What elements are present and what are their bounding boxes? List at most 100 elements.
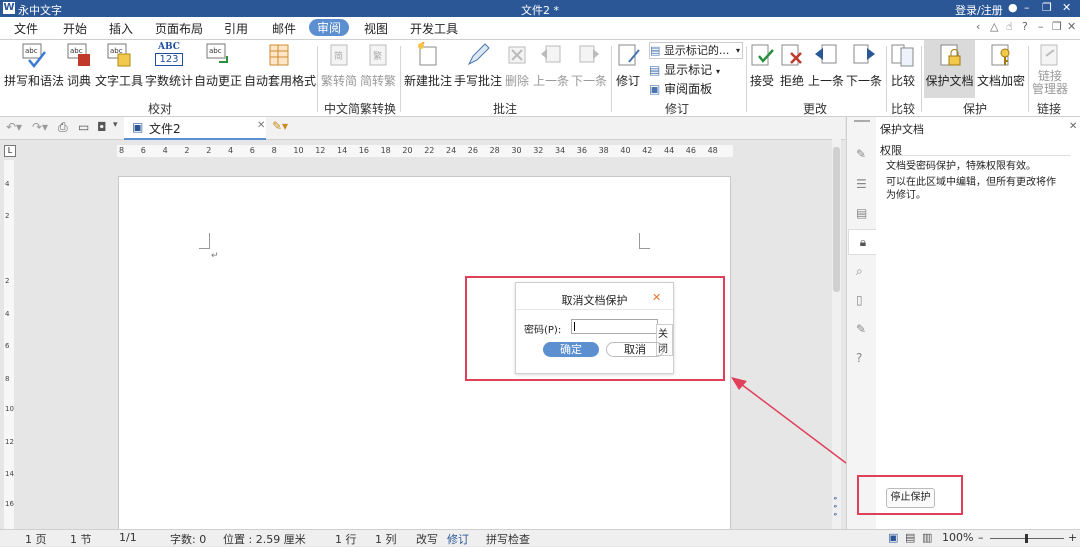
review-pane-button[interactable]: ▣ 审阅面板 bbox=[649, 80, 712, 97]
show-markup-select[interactable]: ▤ 显示标记的... ▾ bbox=[649, 42, 743, 59]
ruler-tick-label: 30 bbox=[511, 146, 522, 155]
panel-close-icon[interactable]: ✕ bbox=[1069, 121, 1077, 132]
zoom-out-icon[interactable]: – bbox=[978, 531, 984, 544]
reject-button[interactable]: 拒绝 bbox=[779, 40, 805, 89]
spelling-grammar-button[interactable]: abc 拼写和语法 bbox=[3, 40, 65, 89]
doc-minimize-button[interactable]: – bbox=[1038, 20, 1044, 33]
autocorrect-button[interactable]: abc 自动更正 bbox=[194, 40, 242, 89]
find-icon[interactable]: ⌕ bbox=[856, 264, 863, 279]
menu-page-layout[interactable]: 页面布局 bbox=[155, 20, 203, 37]
protect-document-button[interactable]: 保护文档 bbox=[924, 40, 975, 98]
menu-developer[interactable]: 开发工具 bbox=[410, 20, 458, 37]
group-label-compare: 比较 bbox=[891, 102, 916, 116]
new-comment-button[interactable]: 新建批注 bbox=[404, 40, 452, 89]
show-markup-menu[interactable]: ▤ 显示标记 ▾ bbox=[649, 61, 720, 78]
edit-box-icon[interactable]: ✎ bbox=[856, 322, 866, 336]
help-circle-icon[interactable]: ? bbox=[856, 351, 862, 365]
margin-corner-right bbox=[639, 233, 650, 249]
page-nav-icons[interactable]: ⚬ ⚬ ⚬ bbox=[832, 495, 839, 519]
print-layout-icon[interactable]: ▣ bbox=[888, 531, 898, 544]
trad-to-simp-button[interactable]: 简 繁转简 bbox=[321, 40, 357, 89]
compare-button[interactable]: 比较 bbox=[890, 40, 916, 89]
group-divider bbox=[921, 46, 922, 112]
redo-icon[interactable]: ↷▾ bbox=[32, 120, 48, 134]
edit-pen-icon[interactable]: ✎ bbox=[856, 147, 866, 161]
menu-view[interactable]: 视图 bbox=[364, 20, 388, 37]
outline-view-icon[interactable]: ▥ bbox=[922, 531, 932, 544]
new-tab-icon[interactable]: ✎▾ bbox=[272, 119, 288, 133]
print-preview-icon[interactable]: ⎙ bbox=[58, 120, 68, 135]
prev-comment-icon bbox=[538, 42, 564, 68]
menu-mailings[interactable]: 邮件 bbox=[272, 20, 296, 37]
accept-button[interactable]: 接受 bbox=[749, 40, 775, 89]
group-divider bbox=[317, 46, 318, 112]
doc-close-button[interactable]: ✕ bbox=[1067, 20, 1076, 33]
delete-comment-button[interactable]: 删除 bbox=[504, 40, 530, 89]
restore-button[interactable]: ❐ bbox=[1042, 1, 1052, 14]
prev-change-button[interactable]: 上一条 bbox=[808, 40, 844, 89]
menu-insert[interactable]: 插入 bbox=[109, 20, 133, 37]
vertical-scrollbar[interactable] bbox=[832, 139, 841, 529]
ruler-tick-label: 16 bbox=[358, 146, 369, 155]
scrollbar-thumb[interactable] bbox=[833, 147, 840, 292]
customize-toolbar-icon[interactable]: ▾ bbox=[113, 120, 118, 130]
autoformat-icon bbox=[266, 42, 292, 68]
doc-restore-button[interactable]: ❐ bbox=[1052, 20, 1062, 33]
group-divider bbox=[746, 46, 747, 112]
word-count-button[interactable]: ABC 123 字数统计 bbox=[145, 40, 193, 89]
ruler-tick-label: 48 bbox=[707, 146, 718, 155]
ruler-tick-label: 40 bbox=[620, 146, 631, 155]
text-tools-icon: abc bbox=[106, 42, 132, 68]
hand-icon[interactable]: ☝ bbox=[1006, 20, 1013, 33]
zoom-slider-handle[interactable] bbox=[1025, 534, 1028, 543]
nav-up-icon[interactable]: △ bbox=[990, 20, 998, 33]
horizontal-ruler[interactable]: 8 6 4 2 2 4 6 8 10 12 14 16 18 20 22 24 26 28 30 32 34 36 38 40… bbox=[117, 145, 733, 157]
web-layout-icon[interactable]: ▤ bbox=[905, 531, 915, 544]
ruler-tick-label: 6 bbox=[249, 146, 255, 155]
text-tools-button[interactable]: abc 文字工具 bbox=[95, 40, 143, 89]
save-icon[interactable]: ◘ bbox=[97, 120, 107, 134]
minimize-button[interactable]: – bbox=[1024, 1, 1030, 14]
link-manager-button[interactable]: 链接 管理器 bbox=[1031, 40, 1069, 96]
clipboard-icon[interactable]: ▯ bbox=[856, 293, 863, 307]
ruler-tick-label: 44 bbox=[664, 146, 675, 155]
track-changes-button[interactable]: 修订 bbox=[614, 40, 642, 89]
lock-icon[interactable]: 🔒︎ bbox=[848, 229, 878, 255]
drag-handle-icon[interactable] bbox=[854, 120, 870, 122]
next-comment-button[interactable]: 下一条 bbox=[571, 40, 607, 89]
handwrite-comment-button[interactable]: 手写批注 bbox=[454, 40, 502, 89]
close-tab-icon[interactable]: ✕ bbox=[257, 120, 265, 131]
menu-file[interactable]: 文件 bbox=[14, 20, 38, 37]
trad-simp-icon: 简 bbox=[326, 42, 352, 68]
nav-back-icon[interactable]: ‹ bbox=[976, 20, 980, 33]
login-link[interactable]: 登录/注册 bbox=[955, 2, 1003, 18]
zoom-slider[interactable] bbox=[990, 534, 1064, 543]
autoformat-button[interactable]: 自动套用格式 bbox=[244, 40, 316, 89]
styles-icon[interactable]: ▤ bbox=[856, 206, 867, 220]
zoom-level[interactable]: 100% bbox=[942, 531, 973, 544]
help-icon[interactable]: ? bbox=[1022, 20, 1028, 33]
menu-home[interactable]: 开始 bbox=[63, 20, 87, 37]
ruler-tick-label: 10 bbox=[5, 405, 14, 413]
dictionary-button[interactable]: abc 词典 bbox=[66, 40, 92, 89]
tab-stop-selector[interactable]: L bbox=[4, 145, 16, 157]
document-tab[interactable]: ▣ 文件2 ✕ bbox=[124, 117, 266, 140]
prev-comment-button[interactable]: 上一条 bbox=[533, 40, 569, 89]
title-bar: W 永中文字 文件2 * 登录/注册 ● – ❐ ✕ bbox=[0, 0, 1080, 17]
menu-review[interactable]: 审阅 bbox=[309, 19, 350, 36]
next-change-button[interactable]: 下一条 bbox=[846, 40, 882, 89]
undo-icon[interactable]: ↶▾ bbox=[6, 120, 22, 134]
zoom-in-icon[interactable]: + bbox=[1068, 531, 1077, 544]
simp-to-trad-button[interactable]: 繁 简转繁 bbox=[360, 40, 396, 89]
print-icon[interactable]: ▭ bbox=[78, 120, 89, 134]
user-icon[interactable]: ● bbox=[1008, 1, 1018, 14]
close-button[interactable]: ✕ bbox=[1062, 1, 1071, 14]
encrypt-document-button[interactable]: 文档加密 bbox=[977, 40, 1025, 89]
key-document-icon bbox=[988, 42, 1014, 68]
ruler-tick-label: 42 bbox=[642, 146, 653, 155]
settings-sliders-icon[interactable]: ☰ bbox=[856, 177, 867, 191]
group-label-chinese: 中文简繁转换 bbox=[324, 102, 397, 116]
menu-references[interactable]: 引用 bbox=[224, 20, 248, 37]
protect-document-panel: 保护文档 ✕ 权限 文档受密码保护，特殊权限有效。 可以在此区域中编辑，但所有更… bbox=[876, 117, 1080, 529]
vertical-ruler[interactable]: 4 2 2 4 6 8 10 12 14 16 bbox=[4, 160, 14, 530]
